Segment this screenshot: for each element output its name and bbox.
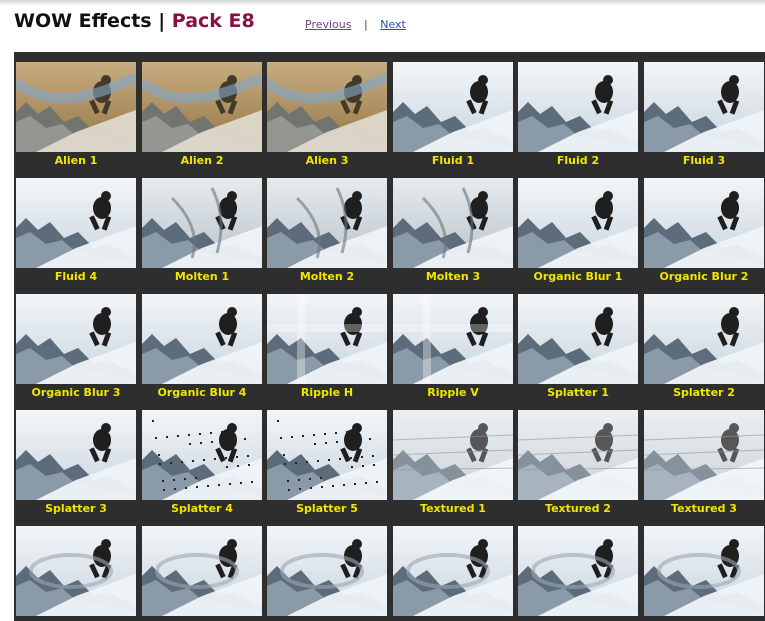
top-shadow-bar bbox=[0, 0, 765, 6]
effect-tile[interactable]: Organic Blur 2 bbox=[644, 178, 764, 290]
effect-tile[interactable]: Alien 2 bbox=[142, 62, 262, 174]
effect-thumbnail[interactable] bbox=[644, 62, 764, 152]
effect-label: Splatter 1 bbox=[547, 386, 609, 399]
effect-thumbnail[interactable] bbox=[393, 526, 513, 616]
effect-thumbnail[interactable] bbox=[393, 62, 513, 152]
nav-separator: | bbox=[364, 18, 368, 31]
effect-thumbnail[interactable] bbox=[644, 294, 764, 384]
effect-tile[interactable]: Fluid 3 bbox=[644, 62, 764, 174]
effect-label: Fluid 2 bbox=[556, 154, 600, 167]
effect-tile[interactable]: Textured 1 bbox=[393, 410, 513, 522]
effect-thumbnail[interactable] bbox=[142, 526, 262, 616]
effect-tile[interactable]: Fluid 1 bbox=[393, 62, 513, 174]
effect-label: Fluid 3 bbox=[682, 154, 726, 167]
effect-thumbnail[interactable] bbox=[16, 178, 136, 268]
effect-tile[interactable]: Textured 2 bbox=[518, 410, 638, 522]
effect-thumbnail[interactable] bbox=[16, 526, 136, 616]
effect-label: Organic Blur 3 bbox=[31, 386, 121, 399]
effect-tile[interactable]: Alien 3 bbox=[267, 62, 387, 174]
effect-label: Molten 1 bbox=[174, 270, 230, 283]
previous-link[interactable]: Previous bbox=[305, 18, 352, 31]
effect-tile[interactable]: Splatter 1 bbox=[518, 294, 638, 406]
effect-thumbnail[interactable] bbox=[644, 178, 764, 268]
effect-tile[interactable] bbox=[393, 526, 513, 621]
effect-thumbnail[interactable] bbox=[393, 294, 513, 384]
effect-label: Splatter 2 bbox=[673, 386, 735, 399]
effect-thumbnail[interactable] bbox=[518, 62, 638, 152]
effect-label: Splatter 5 bbox=[296, 502, 358, 515]
effect-tile[interactable] bbox=[644, 526, 764, 621]
effect-tile[interactable] bbox=[142, 526, 262, 621]
effect-label: Ripple H bbox=[300, 386, 354, 399]
effect-thumbnail[interactable] bbox=[267, 410, 387, 500]
effects-panel: Alien 1 Alien 2 Alien 3 Fluid 1 Fluid 2 Fluid… bbox=[14, 52, 765, 621]
effect-thumbnail[interactable] bbox=[142, 178, 262, 268]
effect-tile[interactable]: Splatter 5 bbox=[267, 410, 387, 522]
effect-tile[interactable]: Organic Blur 4 bbox=[142, 294, 262, 406]
effect-thumbnail[interactable] bbox=[16, 294, 136, 384]
effect-label: Fluid 1 bbox=[431, 154, 475, 167]
effect-thumbnail[interactable] bbox=[644, 410, 764, 500]
effect-thumbnail[interactable] bbox=[518, 294, 638, 384]
effect-thumbnail[interactable] bbox=[142, 62, 262, 152]
effect-tile[interactable]: Textured 3 bbox=[644, 410, 764, 522]
effect-label: Alien 3 bbox=[305, 154, 349, 167]
effect-thumbnail[interactable] bbox=[142, 294, 262, 384]
effect-tile[interactable]: Splatter 3 bbox=[16, 410, 136, 522]
page-title: WOW Effects | Pack E8 bbox=[14, 10, 255, 32]
effect-tile[interactable]: Splatter 2 bbox=[644, 294, 764, 406]
effect-thumbnail[interactable] bbox=[393, 410, 513, 500]
effect-tile[interactable]: Fluid 4 bbox=[16, 178, 136, 290]
effect-tile[interactable]: Organic Blur 3 bbox=[16, 294, 136, 406]
effect-tile[interactable]: Molten 1 bbox=[142, 178, 262, 290]
effect-thumbnail[interactable] bbox=[267, 294, 387, 384]
pager-nav: Previous | Next bbox=[305, 18, 406, 31]
effect-tile[interactable]: Organic Blur 1 bbox=[518, 178, 638, 290]
effect-thumbnail[interactable] bbox=[16, 410, 136, 500]
effect-label: Splatter 3 bbox=[45, 502, 107, 515]
effect-label: Organic Blur 2 bbox=[659, 270, 749, 283]
effect-label: Molten 2 bbox=[299, 270, 355, 283]
effect-label: Organic Blur 1 bbox=[533, 270, 623, 283]
effect-thumbnail[interactable] bbox=[518, 410, 638, 500]
effect-thumbnail[interactable] bbox=[142, 410, 262, 500]
effect-tile[interactable] bbox=[16, 526, 136, 621]
effect-label: Alien 2 bbox=[180, 154, 224, 167]
effect-tile[interactable]: Splatter 4 bbox=[142, 410, 262, 522]
effect-thumbnail[interactable] bbox=[16, 62, 136, 152]
effect-label: Organic Blur 4 bbox=[157, 386, 247, 399]
effect-thumbnail[interactable] bbox=[393, 178, 513, 268]
title-pack: Pack E8 bbox=[171, 10, 255, 32]
next-link[interactable]: Next bbox=[380, 18, 406, 31]
effect-label: Textured 3 bbox=[671, 502, 737, 515]
effect-tile[interactable] bbox=[518, 526, 638, 621]
effect-label: Fluid 4 bbox=[54, 270, 98, 283]
effect-label: Splatter 4 bbox=[171, 502, 233, 515]
title-separator: | bbox=[158, 10, 166, 32]
effect-tile[interactable]: Ripple H bbox=[267, 294, 387, 406]
effect-label: Textured 1 bbox=[420, 502, 486, 515]
effect-thumbnail[interactable] bbox=[267, 526, 387, 616]
effect-thumbnail[interactable] bbox=[267, 178, 387, 268]
effect-tile[interactable]: Molten 3 bbox=[393, 178, 513, 290]
effect-label: Textured 2 bbox=[545, 502, 611, 515]
effect-tile[interactable] bbox=[267, 526, 387, 621]
effect-tile[interactable]: Fluid 2 bbox=[518, 62, 638, 174]
title-main: WOW Effects bbox=[14, 10, 152, 32]
effect-label: Alien 1 bbox=[54, 154, 98, 167]
effect-thumbnail[interactable] bbox=[267, 62, 387, 152]
effect-thumbnail[interactable] bbox=[644, 526, 764, 616]
effect-label: Molten 3 bbox=[425, 270, 481, 283]
effect-label: Ripple V bbox=[427, 386, 479, 399]
effect-tile[interactable]: Alien 1 bbox=[16, 62, 136, 174]
effect-thumbnail[interactable] bbox=[518, 526, 638, 616]
effect-tile[interactable]: Molten 2 bbox=[267, 178, 387, 290]
effect-thumbnail[interactable] bbox=[518, 178, 638, 268]
effect-tile[interactable]: Ripple V bbox=[393, 294, 513, 406]
